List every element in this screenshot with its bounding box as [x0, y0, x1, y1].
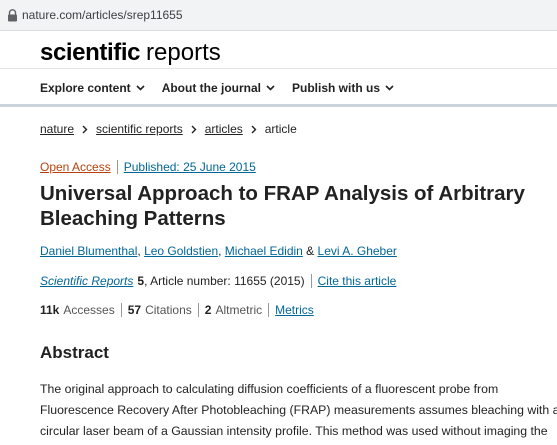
altmetric-label: Altmetric: [215, 303, 263, 317]
lock-icon: [8, 9, 17, 22]
breadcrumb: nature scientific reports articles artic…: [40, 122, 297, 136]
volume-number: 5: [137, 274, 145, 288]
author-list: Daniel Blumenthal, Leo Goldstien, Michae…: [40, 244, 397, 258]
site-logo[interactable]: scientific reports: [40, 38, 221, 68]
author-ampersand: &: [302, 244, 318, 258]
article-meta: Open Access Published: 25 June 2015: [40, 160, 256, 174]
abstract-heading: Abstract: [40, 343, 109, 362]
metrics-separator: [268, 303, 270, 317]
chevron-right-icon: [191, 125, 197, 133]
chevron-down-icon: [136, 85, 145, 91]
author-link[interactable]: Daniel Blumenthal: [40, 244, 137, 258]
citations-count: 57: [127, 303, 142, 317]
nav-label: Publish with us: [292, 81, 381, 95]
logo-bold-text: scientific: [40, 39, 141, 66]
nav-explore-content[interactable]: Explore content: [40, 80, 145, 96]
chevron-down-icon: [266, 85, 275, 91]
nav-divider: [0, 104, 557, 107]
author-link[interactable]: Leo Goldstien: [144, 244, 218, 258]
metrics-separator: [120, 303, 122, 317]
published-date[interactable]: Published: 25 June 2015: [124, 160, 256, 174]
breadcrumb-nature[interactable]: nature: [40, 122, 74, 136]
cite-article-link[interactable]: Cite this article: [318, 274, 397, 288]
metrics-link[interactable]: Metrics: [275, 303, 314, 317]
breadcrumb-scientific-reports[interactable]: scientific reports: [96, 122, 183, 136]
browser-url-bar[interactable]: nature.com/articles/srep11655: [0, 0, 557, 31]
meta-separator: [116, 160, 118, 174]
url-text[interactable]: nature.com/articles/srep11655: [22, 8, 183, 22]
nav-label: Explore content: [40, 81, 131, 95]
author-link[interactable]: Levi A. Gheber: [318, 244, 397, 258]
accesses-count: 11k: [40, 303, 60, 317]
author-link[interactable]: Michael Edidin: [225, 244, 303, 258]
article-title: Universal Approach to FRAP Analysis of A…: [40, 182, 525, 230]
chevron-right-icon: [251, 125, 257, 133]
abstract-text: The original approach to calculating dif…: [40, 382, 557, 438]
citations-label: Citations: [145, 303, 192, 317]
nav-publish-with-us[interactable]: Publish with us: [292, 80, 394, 96]
breadcrumb-current: article: [264, 122, 297, 136]
article-number: , Article number: 11655 (2015): [144, 274, 305, 288]
logo-rest-text: reports: [146, 39, 221, 66]
main-nav: Explore content About the journal Publis…: [40, 80, 411, 96]
altmetric-count: 2: [204, 303, 212, 317]
nav-about-journal[interactable]: About the journal: [162, 80, 275, 96]
header-divider: [0, 68, 557, 69]
chevron-right-icon: [82, 125, 88, 133]
meta-separator: [310, 274, 312, 288]
chevron-down-icon: [385, 85, 394, 91]
metrics-row: 11k Accesses 57 Citations 2 Altmetric Me…: [40, 303, 314, 317]
breadcrumb-articles[interactable]: articles: [205, 122, 243, 136]
citation-line: Scientific Reports 5 , Article number: 1…: [40, 274, 396, 288]
accesses-label: Accesses: [63, 303, 115, 317]
author-separator: ,: [218, 244, 225, 258]
open-access-link[interactable]: Open Access: [40, 160, 111, 174]
journal-link[interactable]: Scientific Reports: [40, 274, 133, 288]
nav-label: About the journal: [161, 81, 262, 95]
metrics-separator: [197, 303, 199, 317]
